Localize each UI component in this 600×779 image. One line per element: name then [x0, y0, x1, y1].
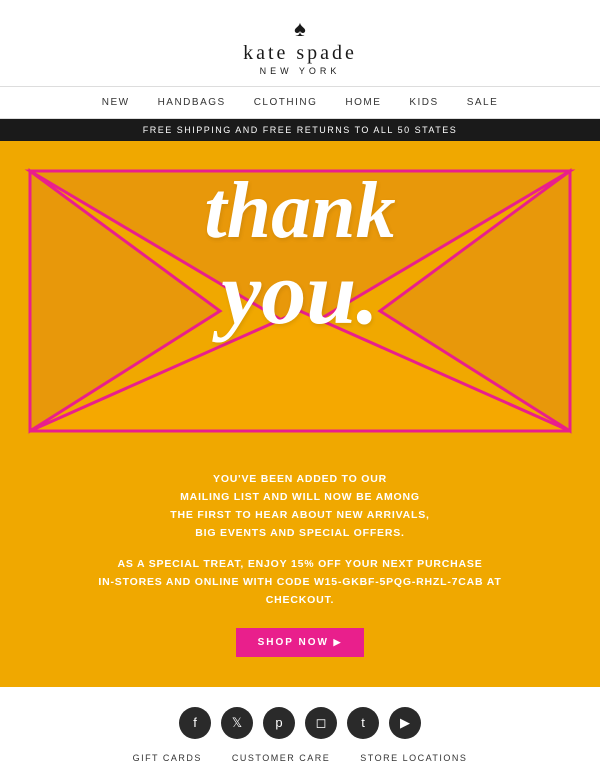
brand-subtitle: NEW YORK	[0, 66, 600, 76]
nav-item-clothing[interactable]: CLOTHING	[254, 97, 318, 108]
nav-item-home[interactable]: HOME	[345, 97, 381, 108]
footer: f 𝕏 p ◻ t ▶ GIFT CARDS CUSTOMER CARE STO…	[0, 687, 600, 779]
nav-item-handbags[interactable]: HANDBAGS	[158, 97, 226, 108]
offer-text: AS A SPECIAL TREAT, ENJOY 15% OFF YOUR N…	[60, 556, 540, 610]
body-section: YOU'VE BEEN ADDED TO OURMAILING LIST AND…	[0, 451, 600, 687]
instagram-icon[interactable]: ◻	[305, 707, 337, 739]
store-locations-link[interactable]: STORE LOCATIONS	[360, 753, 467, 763]
shop-now-button[interactable]: SHOP NOW	[236, 628, 365, 657]
facebook-icon[interactable]: f	[179, 707, 211, 739]
pinterest-icon[interactable]: p	[263, 707, 295, 739]
spade-icon: ♠	[0, 18, 600, 40]
envelope-graphic	[0, 141, 600, 451]
customer-care-link[interactable]: CUSTOMER CARE	[232, 753, 330, 763]
social-icons: f 𝕏 p ◻ t ▶	[0, 707, 600, 739]
promo-banner: FREE SHIPPING AND FREE RETURNS TO ALL 50…	[0, 119, 600, 141]
footer-links: GIFT CARDS CUSTOMER CARE STORE LOCATIONS	[0, 753, 600, 763]
envelope-section: thank you.	[0, 141, 600, 451]
nav-item-sale[interactable]: SALE	[467, 97, 499, 108]
header: ♠ kate spade NEW YORK	[0, 0, 600, 86]
navigation: NEW HANDBAGS CLOTHING HOME KIDS SALE	[0, 86, 600, 119]
mailing-list-text: YOU'VE BEEN ADDED TO OURMAILING LIST AND…	[60, 471, 540, 542]
gift-cards-link[interactable]: GIFT CARDS	[133, 753, 202, 763]
tumblr-icon[interactable]: t	[347, 707, 379, 739]
nav-item-kids[interactable]: KIDS	[409, 97, 438, 108]
nav-item-new[interactable]: NEW	[102, 97, 130, 108]
brand-name: kate spade	[0, 42, 600, 65]
twitter-icon[interactable]: 𝕏	[221, 707, 253, 739]
youtube-icon[interactable]: ▶	[389, 707, 421, 739]
promo-text: FREE SHIPPING AND FREE RETURNS TO ALL 50…	[143, 125, 458, 135]
